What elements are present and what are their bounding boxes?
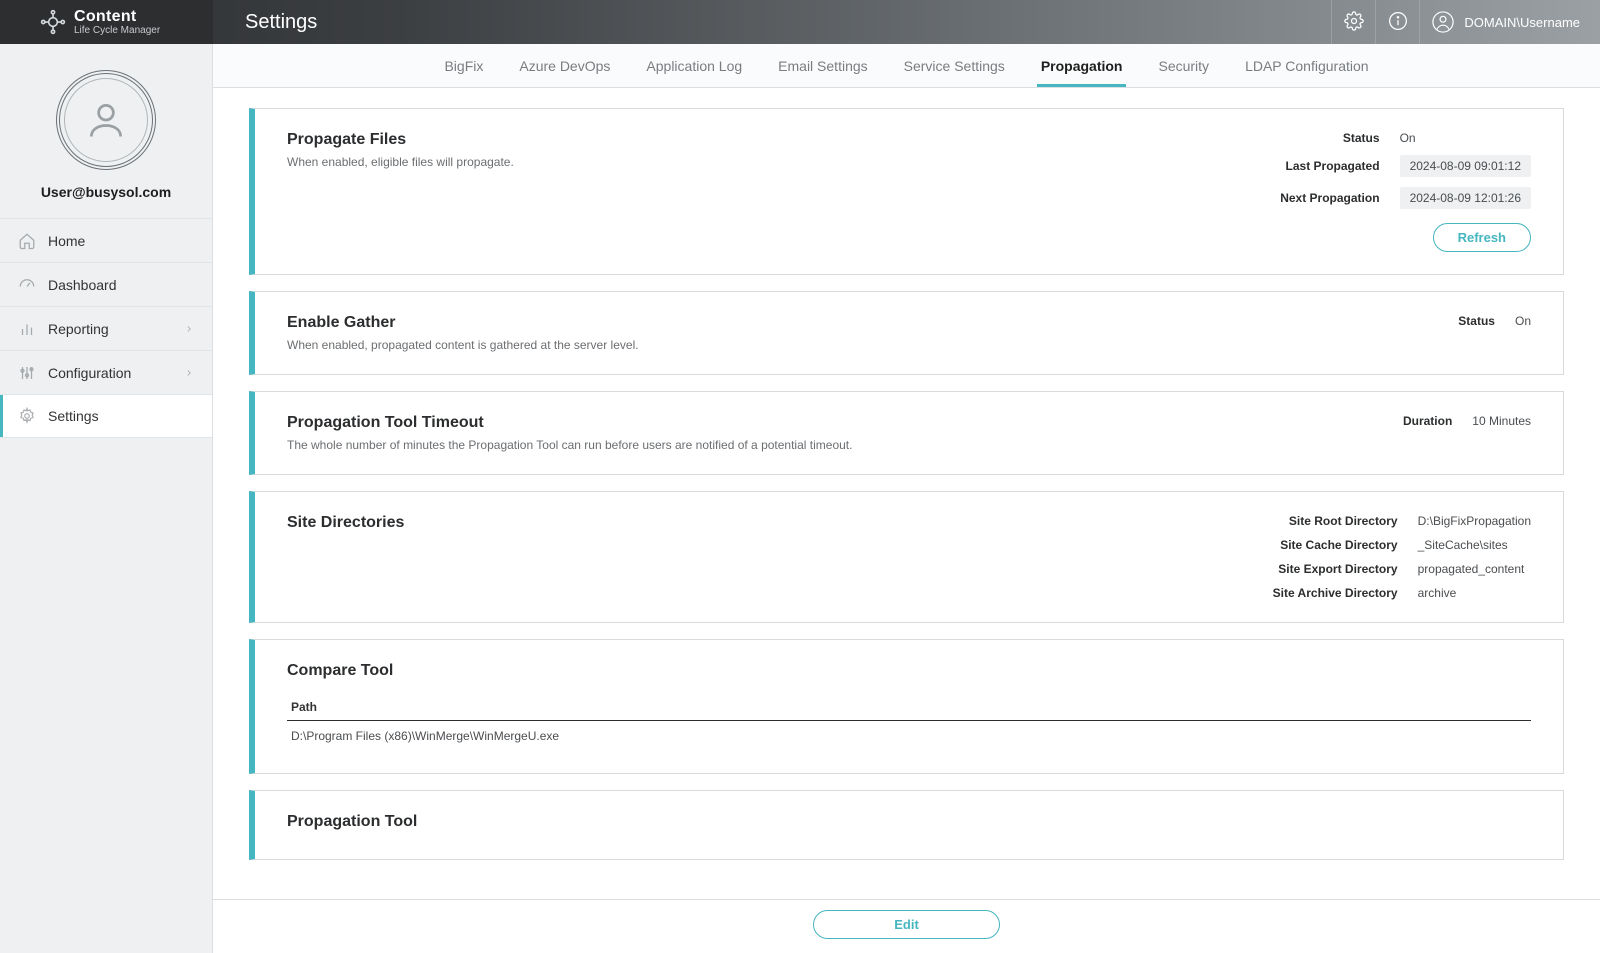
profile-avatar: [56, 70, 156, 170]
card-title: Compare Tool: [287, 662, 1531, 680]
brand-subtitle: Life Cycle Manager: [74, 25, 160, 36]
duration-value: 10 Minutes: [1472, 414, 1531, 428]
profile-email: User@busysol.com: [0, 184, 212, 200]
content: BigFix Azure DevOps Application Log Emai…: [213, 44, 1600, 953]
nav-configuration[interactable]: Configuration: [0, 350, 212, 394]
profile-block: User@busysol.com: [0, 44, 212, 218]
chevron-right-icon: [184, 321, 194, 337]
user-menu[interactable]: DOMAIN\Username: [1419, 0, 1600, 44]
status-label: Status: [1280, 131, 1379, 145]
tab-azure-devops[interactable]: Azure DevOps: [515, 48, 614, 87]
sliders-icon: [18, 364, 36, 382]
info-icon: [1388, 11, 1408, 34]
nav-label: Reporting: [48, 321, 109, 337]
card-title: Propagation Tool Timeout: [287, 414, 1403, 432]
gear-icon: [1344, 11, 1364, 34]
brand: Content Life Cycle Manager: [0, 0, 213, 44]
tab-propagation[interactable]: Propagation: [1037, 48, 1127, 87]
duration-label: Duration: [1403, 414, 1452, 428]
nav-list: Home Dashboard Reporting: [0, 218, 212, 438]
card-title: Propagate Files: [287, 131, 1280, 149]
card-title: Enable Gather: [287, 314, 1458, 332]
last-propagated-value: 2024-08-09 09:01:12: [1400, 155, 1531, 177]
card-propagation-tool: Propagation Tool: [249, 790, 1564, 860]
card-desc: When enabled, eligible files will propag…: [287, 155, 1280, 169]
brand-logo-icon: [40, 9, 66, 35]
card-propagate-files: Propagate Files When enabled, eligible f…: [249, 108, 1564, 275]
nav-label: Settings: [48, 408, 99, 424]
dir-label: Site Export Directory: [1273, 562, 1398, 576]
dir-value: D:\BigFixPropagation: [1418, 514, 1531, 528]
tab-security[interactable]: Security: [1154, 48, 1213, 87]
refresh-button[interactable]: Refresh: [1433, 223, 1531, 252]
gauge-icon: [18, 276, 36, 294]
topbar: Content Life Cycle Manager Settings: [0, 0, 1600, 44]
dir-value: propagated_content: [1418, 562, 1531, 576]
home-icon: [18, 232, 36, 250]
status-value: On: [1515, 314, 1531, 328]
status-value: On: [1400, 131, 1531, 145]
compare-path-header: Path: [287, 694, 1531, 721]
sidebar: User@busysol.com Home Dashboard Reportin…: [0, 44, 213, 953]
card-timeout: Propagation Tool Timeout The whole numbe…: [249, 391, 1564, 475]
dir-label: Site Root Directory: [1273, 514, 1398, 528]
compare-path-value: D:\Program Files (x86)\WinMerge\WinMerge…: [287, 721, 1531, 751]
user-label: DOMAIN\Username: [1464, 15, 1580, 30]
card-site-directories: Site Directories Site Root Directory D:\…: [249, 491, 1564, 623]
nav-label: Dashboard: [48, 277, 117, 293]
tab-service-settings[interactable]: Service Settings: [900, 48, 1009, 87]
next-propagation-label: Next Propagation: [1280, 191, 1379, 205]
tab-application-log[interactable]: Application Log: [642, 48, 746, 87]
dir-label: Site Archive Directory: [1273, 586, 1398, 600]
nav-settings[interactable]: Settings: [0, 394, 212, 438]
settings-scroll[interactable]: Propagate Files When enabled, eligible f…: [213, 88, 1600, 899]
card-enable-gather: Enable Gather When enabled, propagated c…: [249, 291, 1564, 375]
footer: Edit: [213, 899, 1600, 953]
nav-dashboard[interactable]: Dashboard: [0, 262, 212, 306]
chevron-right-icon: [184, 365, 194, 381]
card-title: Propagation Tool: [287, 813, 1531, 831]
nav-reporting[interactable]: Reporting: [0, 306, 212, 350]
status-label: Status: [1458, 314, 1495, 328]
nav-label: Configuration: [48, 365, 131, 381]
tab-bigfix[interactable]: BigFix: [440, 48, 487, 87]
user-avatar-icon: [1432, 11, 1454, 33]
nav-home[interactable]: Home: [0, 218, 212, 262]
settings-button[interactable]: [1331, 0, 1375, 44]
tab-ldap-config[interactable]: LDAP Configuration: [1241, 48, 1372, 87]
gear-icon: [18, 407, 36, 425]
card-desc: The whole number of minutes the Propagat…: [287, 438, 1403, 452]
card-compare-tool: Compare Tool Path D:\Program Files (x86)…: [249, 639, 1564, 774]
edit-button[interactable]: Edit: [813, 910, 1000, 939]
dir-value: _SiteCache\sites: [1418, 538, 1531, 552]
card-title: Site Directories: [287, 514, 1273, 532]
tabbar: BigFix Azure DevOps Application Log Emai…: [213, 44, 1600, 88]
dir-label: Site Cache Directory: [1273, 538, 1398, 552]
page-title: Settings: [245, 11, 317, 34]
next-propagation-value: 2024-08-09 12:01:26: [1400, 187, 1531, 209]
card-desc: When enabled, propagated content is gath…: [287, 338, 1458, 352]
nav-label: Home: [48, 233, 85, 249]
info-button[interactable]: [1375, 0, 1419, 44]
chart-icon: [18, 320, 36, 338]
dir-value: archive: [1418, 586, 1531, 600]
brand-title: Content: [74, 8, 160, 26]
tab-email-settings[interactable]: Email Settings: [774, 48, 871, 87]
last-propagated-label: Last Propagated: [1280, 159, 1379, 173]
